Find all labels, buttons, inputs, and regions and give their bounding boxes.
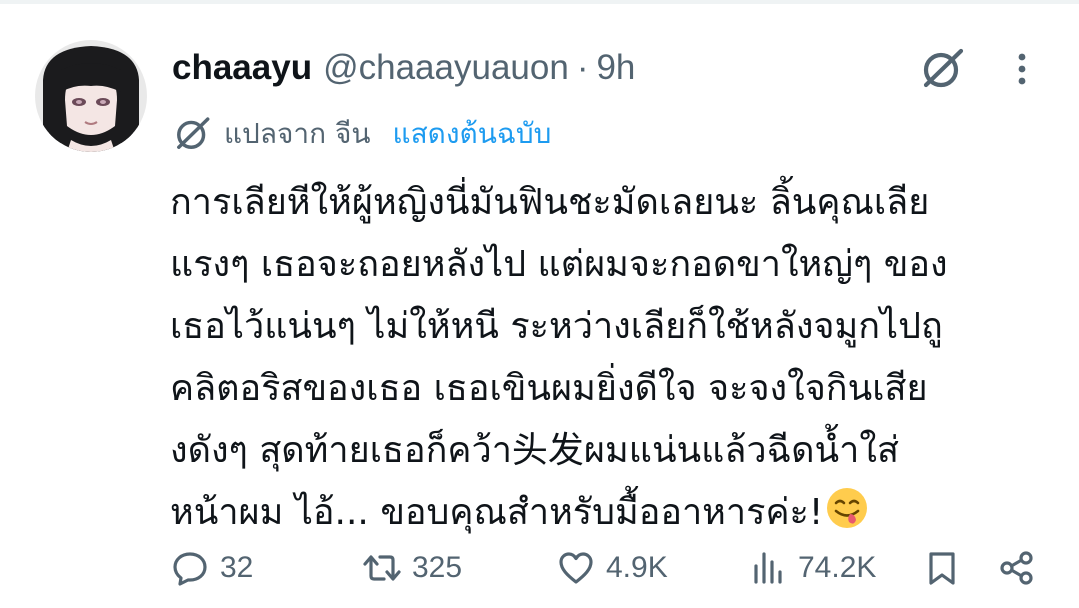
display-name[interactable]: chaaayu: [172, 48, 312, 88]
repost-count: 325: [412, 551, 463, 584]
face-savoring-food-emoji: [827, 488, 868, 528]
translated-from-label: แปลจาก จีน: [224, 117, 371, 150]
repost-button[interactable]: 325: [362, 540, 462, 596]
grok-icon: [923, 48, 964, 88]
like-count: 4.9K: [606, 551, 668, 584]
tweet-text-line: งดังๆ สุดท้ายเธอก็คว้า头发ผมแน่นแล้วฉีดน้ำ…: [170, 430, 899, 471]
share-icon: [996, 548, 1036, 588]
tweet-text-line: เธอไว้แน่นๆ ไม่ให้หนี ระหว่างเลียก็ใช้หล…: [170, 306, 943, 347]
user-handle[interactable]: @chaaayuauon: [323, 48, 569, 88]
share-button[interactable]: [996, 540, 1036, 596]
tweet-actions: 32 325 4.9K 74.2K: [0, 540, 1079, 596]
like-button[interactable]: 4.9K: [556, 540, 668, 596]
tweet-text-line: แรงๆ เธอจะถอยหลังไป แต่ผมจะกอดขาใหญ่ๆ ขอ…: [170, 244, 948, 285]
timestamp[interactable]: 9h: [596, 48, 635, 88]
views-icon: [748, 548, 788, 588]
bookmark-button[interactable]: [922, 540, 962, 596]
bookmark-icon: [922, 548, 962, 588]
more-icon: [1018, 53, 1026, 85]
views-count: 74.2K: [798, 551, 877, 584]
views-button[interactable]: 74.2K: [748, 540, 876, 596]
tweet-text: การเลียหีให้ผู้หญิงนี่มันฟินชะมัดเลยนะ ล…: [170, 172, 1050, 544]
more-options-button[interactable]: [1004, 43, 1040, 95]
reply-count: 32: [220, 551, 254, 584]
grok-button[interactable]: [916, 43, 968, 95]
repost-icon: [362, 548, 402, 588]
top-divider: [0, 0, 1079, 4]
avatar-image: [35, 40, 147, 152]
avatar[interactable]: [35, 40, 147, 152]
tweet-text-last-segment: หน้าผม ไอ้... ขอบคุณสำหรับมื้ออาหารค่ะ!: [170, 492, 824, 533]
tweet-text-line: คลิตอริสของเธอ เธอเขินผมยิ่งดีใจ จะจงใจก…: [170, 368, 928, 409]
reply-icon: [170, 548, 210, 588]
translation-bar: แปลจาก จีน แสดงต้นฉบับ: [172, 112, 551, 156]
separator-dot: ·: [576, 48, 589, 87]
show-original-link[interactable]: แสดงต้นฉบับ: [393, 112, 552, 156]
reply-button[interactable]: 32: [170, 540, 253, 596]
heart-icon: [556, 548, 596, 588]
tweet-text-line-last: หน้าผม ไอ้... ขอบคุณสำหรับมื้ออาหารค่ะ!: [170, 482, 1050, 544]
grok-icon: [172, 114, 212, 154]
tweet-header: chaaayu @chaaayuauon · 9h: [172, 46, 635, 90]
tweet-text-line: การเลียหีให้ผู้หญิงนี่มันฟินชะมัดเลยนะ ล…: [170, 182, 930, 223]
